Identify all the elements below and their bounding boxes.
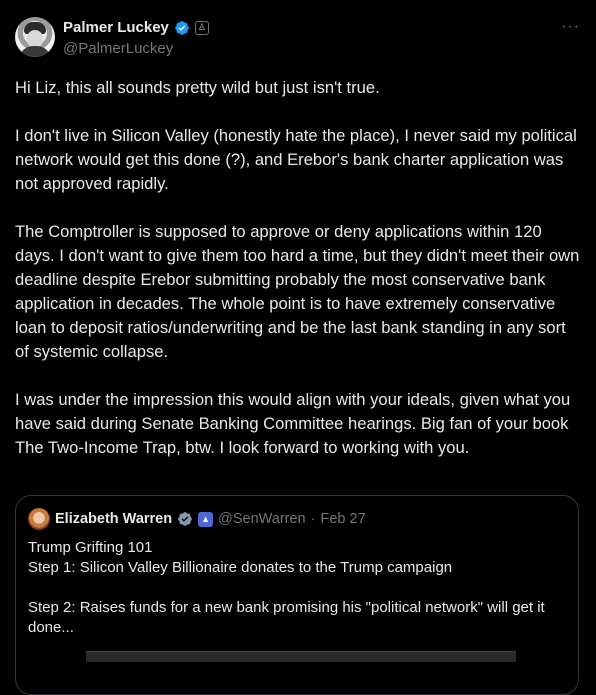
quoted-header: Elizabeth Warren ▲ @SenWarren · Feb 27: [28, 508, 366, 530]
post-paragraph: The Comptroller is supposed to approve o…: [15, 222, 580, 361]
author-display-name[interactable]: Palmer Luckey: [63, 19, 169, 36]
quoted-display-name[interactable]: Elizabeth Warren: [55, 511, 172, 527]
post-text: Hi Liz, this all sounds pretty wild but …: [15, 76, 581, 484]
quoted-date[interactable]: Feb 27: [320, 511, 365, 527]
quoted-separator: ·: [310, 511, 316, 527]
post-paragraph: Hi Liz, this all sounds pretty wild but …: [15, 78, 380, 97]
post: Palmer Luckey ♙ @PalmerLuckey ··· Hi Liz…: [0, 0, 596, 695]
author-avatar[interactable]: [15, 17, 55, 57]
quoted-media-preview[interactable]: [86, 651, 516, 662]
post-paragraph: I was under the impression this would al…: [15, 390, 571, 457]
government-badge-icon[interactable]: ▲: [198, 511, 214, 527]
quoted-line: Step 2: Raises funds for a new bank prom…: [28, 599, 545, 636]
quoted-post[interactable]: Elizabeth Warren ▲ @SenWarren · Feb 27 T…: [15, 495, 579, 695]
affiliation-badge-icon[interactable]: ♙: [194, 20, 209, 35]
quoted-avatar[interactable]: [28, 508, 50, 530]
author-handle[interactable]: @PalmerLuckey: [63, 40, 173, 57]
verified-badge-icon: [175, 20, 189, 35]
more-options-icon[interactable]: ···: [561, 18, 580, 36]
quoted-text: Trump Grifting 101 Step 1: Silicon Valle…: [28, 538, 568, 638]
author-name-row: Palmer Luckey ♙: [63, 19, 209, 36]
quoted-line: Step 1: Silicon Valley Billionaire donat…: [28, 559, 453, 576]
verified-badge-icon: [178, 512, 192, 526]
quoted-handle[interactable]: @SenWarren: [218, 511, 306, 527]
post-paragraph: I don't live in Silicon Valley (honestly…: [15, 126, 577, 193]
quoted-line: Trump Grifting 101: [28, 539, 153, 556]
